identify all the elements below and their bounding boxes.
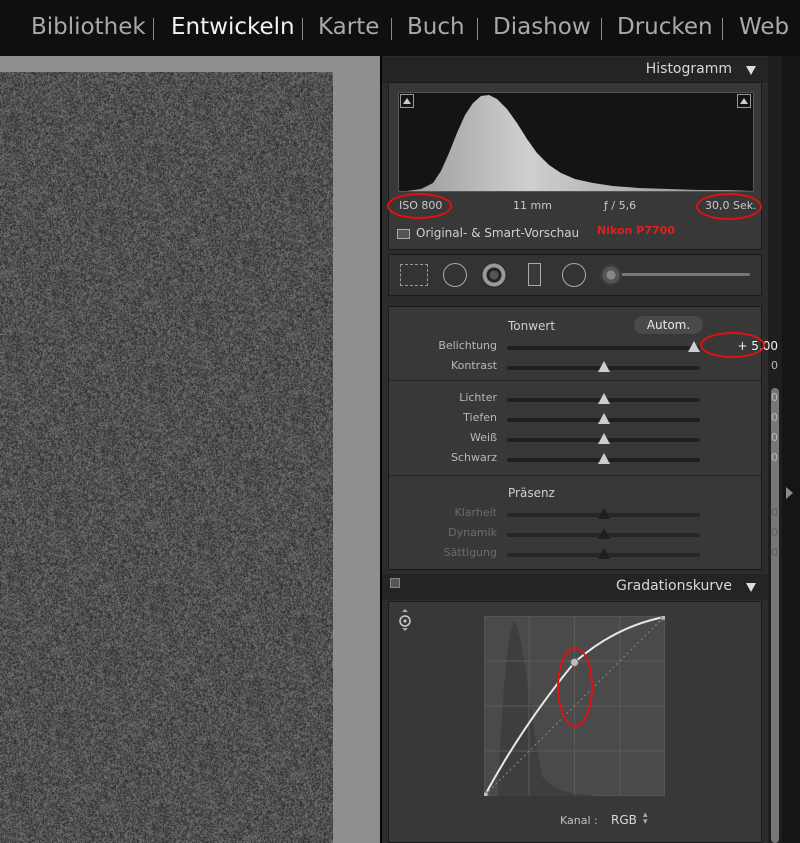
slider-thumb-klarheit[interactable]	[597, 508, 610, 519]
histogram-fill	[407, 95, 753, 191]
red-eye-icon[interactable]	[481, 262, 507, 288]
slider-label-sättigung: Sättigung	[443, 546, 497, 559]
slider-value-weiß[interactable]: 0	[771, 431, 778, 444]
tone-curve-title: Gradationskurve	[616, 578, 732, 594]
preview-label: Original- & Smart-Vorschau	[416, 226, 580, 240]
histogram-header[interactable]: Histogramm	[382, 57, 768, 83]
group-divider	[389, 475, 761, 476]
module-bibliothek[interactable]: Bibliothek	[31, 14, 146, 40]
slider-value-lichter[interactable]: 0	[771, 391, 778, 404]
slider-thumb-dynamik[interactable]	[597, 528, 610, 539]
histogram-title: Histogramm	[645, 61, 732, 77]
slider-label-dynamik: Dynamik	[448, 526, 497, 539]
module-karte[interactable]: Karte	[318, 14, 379, 40]
module-picker: Bibliothek Entwickeln Karte Buch Diashow…	[0, 0, 800, 56]
slider-thumb-lichter[interactable]	[597, 393, 610, 404]
slider-thumb-kontrast[interactable]	[597, 361, 610, 372]
group-divider	[389, 380, 761, 381]
annotation-ellipse-iso	[387, 193, 452, 219]
module-drucken[interactable]: Drucken	[617, 14, 713, 40]
slider-value-dynamik[interactable]: 0	[771, 526, 778, 539]
module-buch[interactable]: Buch	[407, 14, 465, 40]
slider-value-sättigung[interactable]: 0	[771, 546, 778, 559]
slider-value-klarheit[interactable]: 0	[771, 506, 778, 519]
channel-label: Kanal :	[560, 814, 598, 827]
slider-value-tiefen[interactable]: 0	[771, 411, 778, 424]
slider-label-tiefen: Tiefen	[463, 411, 497, 424]
annotation-ellipse-curve-point	[557, 647, 593, 727]
shadow-clipping-button[interactable]	[400, 94, 414, 108]
slider-thumb-sättigung[interactable]	[597, 548, 610, 559]
slider-label-schwarz: Schwarz	[450, 451, 497, 464]
slider-label-lichter: Lichter	[459, 391, 497, 404]
slider-thumb-schwarz[interactable]	[597, 453, 610, 464]
preview-icon[interactable]	[397, 229, 410, 239]
slider-value-kontrast[interactable]: 0	[771, 359, 778, 372]
panel-toggle-switch[interactable]	[390, 578, 400, 588]
channel-select[interactable]: RGB	[611, 813, 637, 827]
module-entwickeln[interactable]: Entwickeln	[171, 14, 295, 40]
tone-section-title: Tonwert	[508, 319, 556, 333]
targeted-adjustment-icon[interactable]	[397, 609, 413, 631]
channel-stepper-icon[interactable]: ▴ ▾	[643, 811, 648, 827]
slider-thumb-belichtung[interactable]	[688, 341, 700, 352]
adjustment-brush-icon[interactable]	[600, 264, 622, 286]
brush-slider-track[interactable]	[610, 273, 750, 276]
slider-value-schwarz[interactable]: 0	[771, 451, 778, 464]
slider-track-belichtung[interactable]	[507, 346, 700, 350]
slider-label-klarheit: Klarheit	[454, 506, 497, 519]
highlight-clipping-button[interactable]	[737, 94, 751, 108]
exif-focal-length: 11 mm	[513, 199, 552, 212]
slider-thumb-tiefen[interactable]	[597, 413, 610, 424]
tone-curve-header[interactable]: Gradationskurve	[382, 574, 768, 600]
spot-removal-icon[interactable]	[443, 263, 467, 287]
photo-preview[interactable]	[0, 72, 333, 843]
right-panel-edge	[782, 56, 800, 843]
graduated-filter-icon[interactable]	[528, 263, 541, 286]
annotation-ellipse-shutter	[696, 193, 762, 220]
auto-tone-button[interactable]: Autom.	[634, 316, 703, 334]
module-separator	[302, 18, 303, 40]
collapse-triangle-icon[interactable]	[746, 66, 756, 75]
histogram-plot[interactable]	[398, 92, 754, 192]
module-diashow[interactable]: Diashow	[493, 14, 591, 40]
slider-label-belichtung: Belichtung	[438, 339, 497, 352]
exif-aperture: ƒ / 5,6	[604, 199, 637, 212]
collapse-panel-icon[interactable]	[786, 487, 793, 499]
radial-filter-icon[interactable]	[562, 263, 586, 287]
tone-curve-point	[660, 616, 665, 621]
presence-section-title: Präsenz	[508, 486, 555, 500]
module-separator	[601, 18, 602, 40]
module-separator	[391, 18, 392, 40]
histogram-graph	[407, 95, 753, 191]
tone-curve-point	[484, 791, 489, 796]
camera-annotation: Nikon P7700	[597, 224, 675, 237]
module-separator	[477, 18, 478, 40]
collapse-triangle-icon[interactable]	[746, 583, 756, 592]
annotation-ellipse-exposure	[700, 332, 765, 358]
module-separator	[153, 18, 154, 40]
slider-thumb-weiß[interactable]	[597, 433, 610, 444]
module-web[interactable]: Web	[739, 14, 789, 40]
module-separator	[722, 18, 723, 40]
slider-label-kontrast: Kontrast	[451, 359, 497, 372]
crop-overlay-icon[interactable]	[400, 264, 428, 286]
slider-label-weiß: Weiß	[470, 431, 497, 444]
